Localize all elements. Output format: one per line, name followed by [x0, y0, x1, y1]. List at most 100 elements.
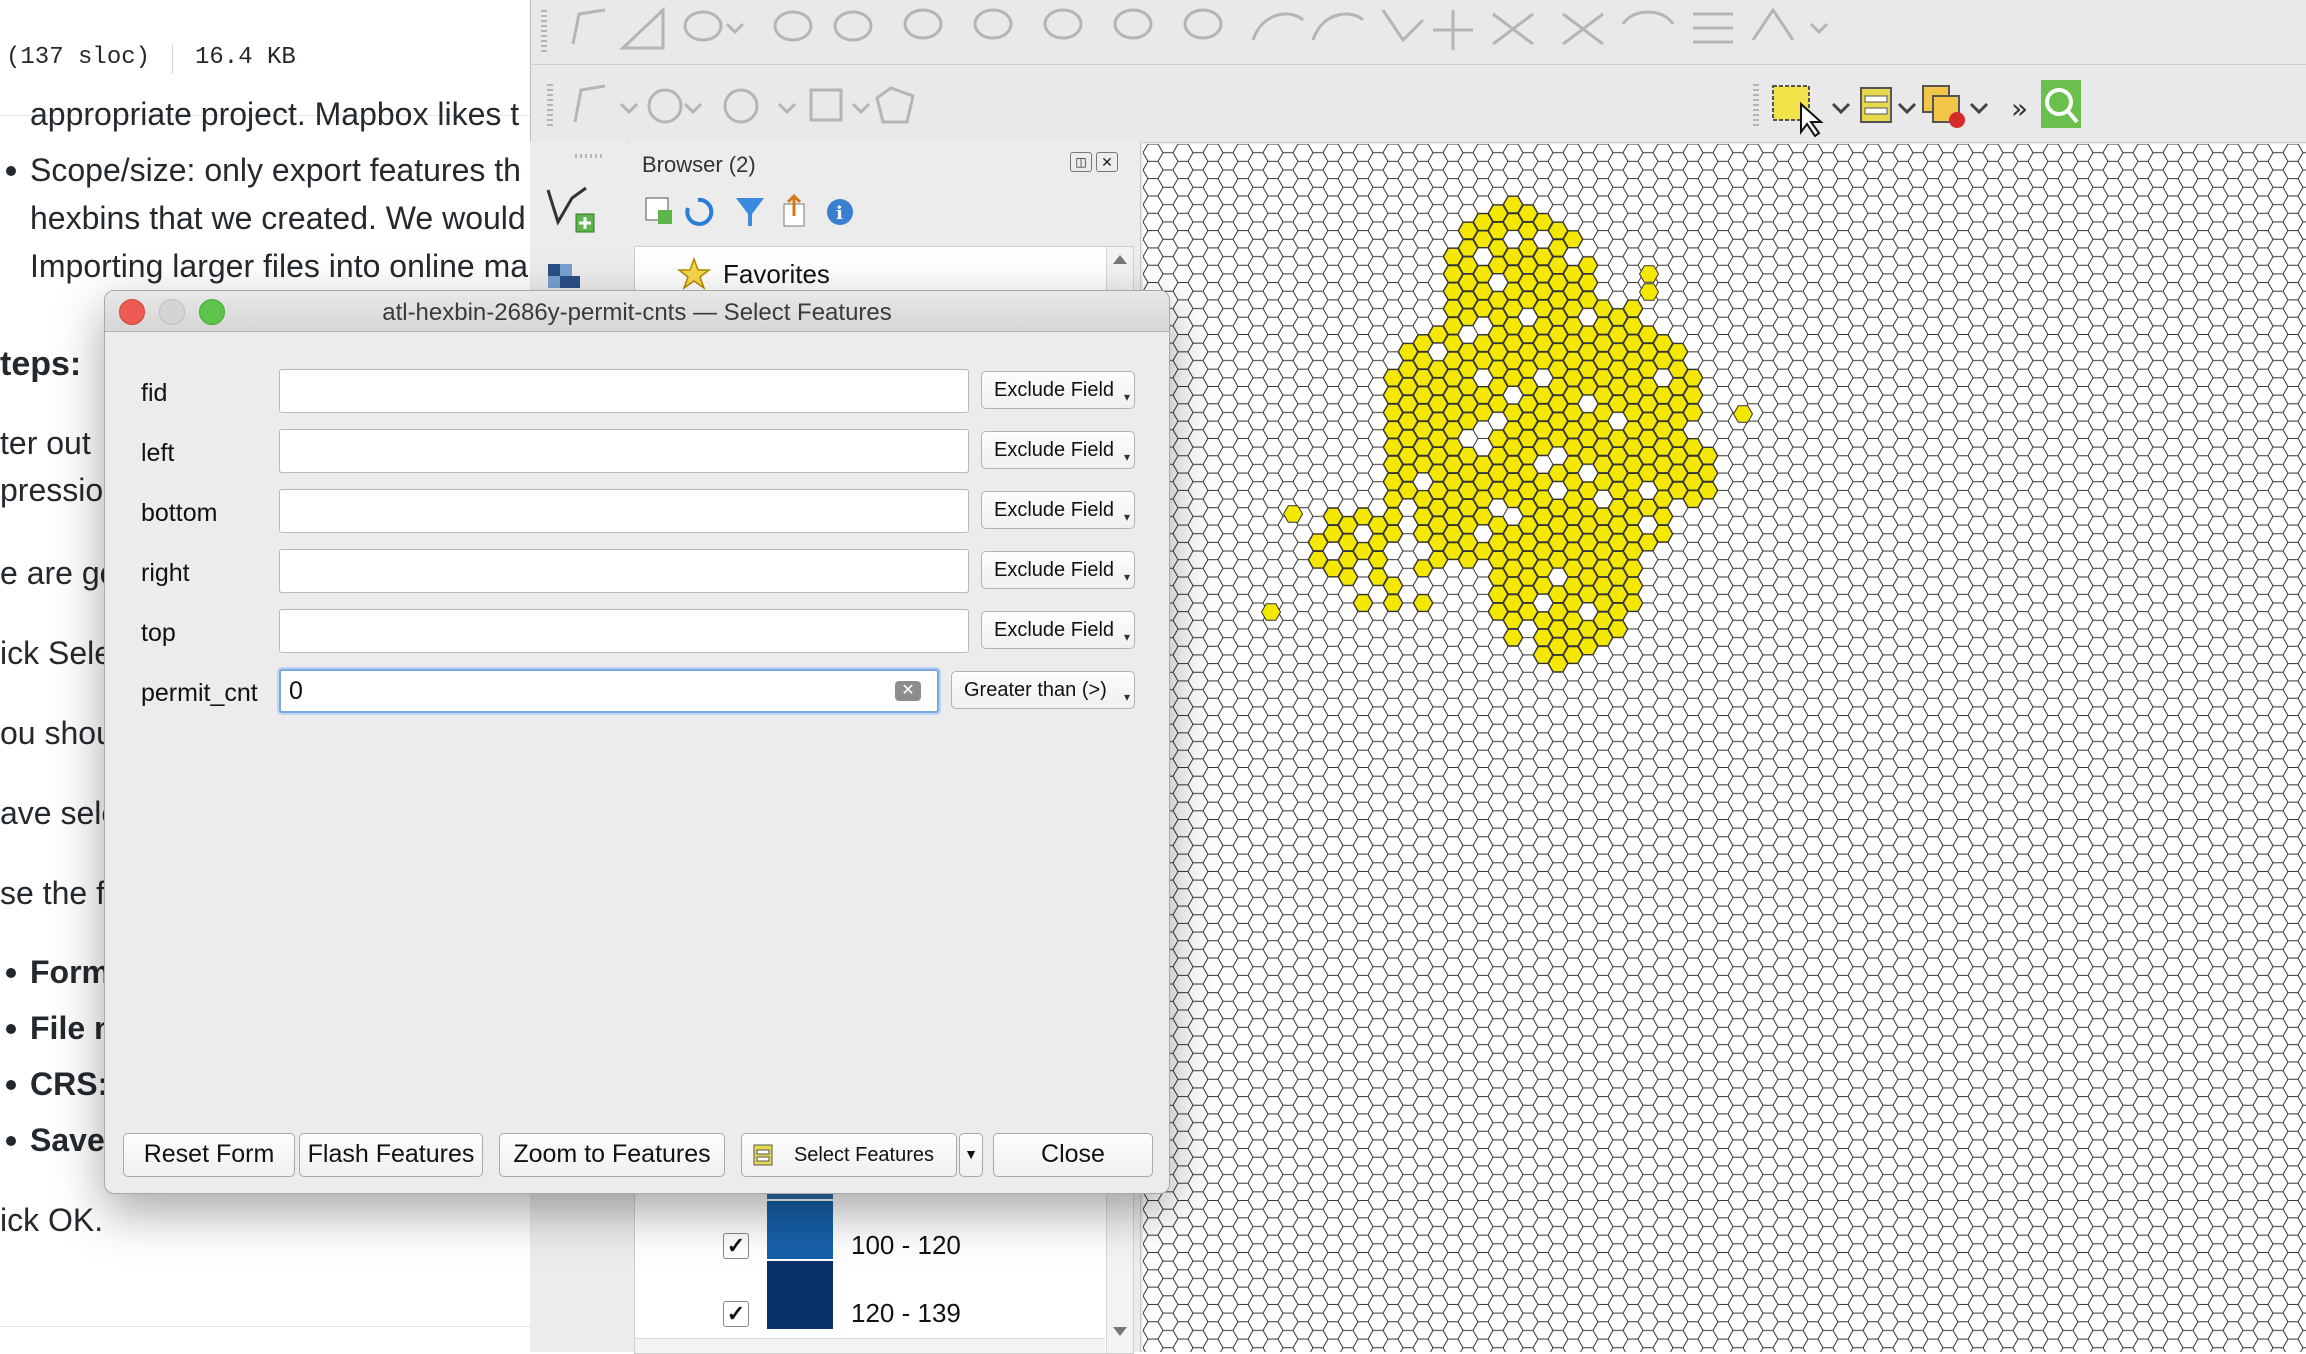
horizontal-scrollbar[interactable] — [635, 1338, 1105, 1353]
selected-hexbin[interactable] — [1682, 369, 1704, 387]
field-label-bottom: bottom — [141, 499, 218, 527]
select-features-dropdown[interactable]: ▼ — [959, 1133, 983, 1177]
select-by-value-icon[interactable] — [1860, 87, 1892, 123]
selected-hexbin[interactable] — [1397, 464, 1419, 482]
selected-hexbin[interactable] — [1622, 559, 1644, 578]
flash-features-button[interactable]: Flash Features — [299, 1133, 483, 1177]
fid-field[interactable] — [279, 369, 969, 413]
selected-hexbin[interactable] — [1352, 594, 1374, 612]
close-panel-icon[interactable]: ✕ — [1096, 152, 1118, 172]
selected-hexbin[interactable] — [1652, 507, 1674, 526]
selected-hexbin[interactable] — [1667, 343, 1689, 361]
top-operator-select[interactable]: Exclude Field ▾ — [981, 611, 1135, 649]
selected-hexbin[interactable] — [1697, 464, 1719, 482]
doc-text-line: Importing larger files into online ma — [30, 248, 529, 284]
selected-hexbin[interactable] — [1487, 377, 1509, 396]
selected-hexbin[interactable] — [1562, 594, 1584, 612]
dialog-titlebar[interactable]: atl-hexbin-2686y-permit-cnts — Select Fe… — [105, 291, 1169, 332]
selected-hexbin[interactable] — [1427, 551, 1449, 569]
selected-hexbin[interactable] — [1412, 334, 1434, 352]
selected-hexbin[interactable] — [1382, 507, 1404, 526]
legend-checkbox[interactable]: ✓ — [723, 1233, 749, 1259]
attributes-toolbar: » — [531, 66, 2306, 143]
favorites-item[interactable]: Favorites — [723, 259, 830, 290]
left-operator-select[interactable]: Exclude Field ▾ — [981, 431, 1135, 469]
bullet-icon — [6, 1136, 16, 1146]
bottom-operator-select[interactable]: Exclude Field ▾ — [981, 491, 1135, 529]
selected-hexbin[interactable] — [1697, 481, 1719, 500]
toolbar-grip[interactable] — [541, 10, 547, 54]
left-field[interactable] — [279, 429, 969, 473]
selected-hexbin[interactable] — [1382, 576, 1404, 595]
selected-hexbin[interactable] — [1457, 551, 1479, 569]
selected-hexbin[interactable] — [1577, 256, 1599, 274]
bottom-field[interactable] — [279, 489, 969, 533]
reset-form-button[interactable]: Reset Form — [123, 1133, 295, 1177]
selected-hexbin[interactable] — [1502, 628, 1524, 647]
selected-hexbin[interactable] — [1260, 603, 1282, 621]
selected-hexbin[interactable] — [1577, 499, 1599, 517]
selected-hexbin[interactable] — [1732, 405, 1754, 423]
selected-hexbin[interactable] — [1638, 265, 1660, 283]
divider — [0, 1326, 530, 1327]
layer-add-icons — [546, 186, 595, 307]
selected-hexbin[interactable] — [1622, 507, 1644, 526]
selected-hexbin[interactable] — [1367, 551, 1389, 569]
digitizing-tool-icons[interactable] — [553, 0, 2153, 64]
close-button[interactable]: Close — [993, 1133, 1153, 1177]
fid-operator-select[interactable]: Exclude Field ▾ — [981, 371, 1135, 409]
zoom-to-features-button[interactable]: Zoom to Features — [499, 1133, 725, 1177]
selected-hexbin[interactable] — [1442, 421, 1464, 439]
scroll-down-icon[interactable] — [1113, 1327, 1127, 1336]
doc-text-line: pressio — [0, 472, 104, 508]
doc-text-line: Scope/size: only export features th — [30, 152, 521, 188]
selected-hexbin[interactable] — [1337, 568, 1359, 586]
selected-hexbin[interactable] — [1622, 594, 1644, 612]
toolbar-grip[interactable] — [547, 84, 553, 128]
scrollbar[interactable] — [1106, 1183, 1133, 1353]
selected-hexbin[interactable] — [1622, 299, 1644, 318]
selected-hexbin[interactable] — [1637, 325, 1659, 344]
hexbin-grid[interactable] — [1143, 144, 2306, 1352]
selected-hexbin[interactable] — [1282, 505, 1304, 523]
selected-hexbin[interactable] — [1652, 525, 1674, 543]
selected-hexbin[interactable] — [1577, 637, 1599, 655]
filter-icon[interactable] — [736, 198, 764, 226]
map-canvas[interactable] — [1143, 144, 2306, 1352]
digitizing-toolbar — [531, 0, 2306, 65]
permit-cnt-field[interactable]: 0 — [279, 669, 939, 713]
doc-text-line: Form — [30, 954, 110, 990]
selected-hexbin[interactable] — [1622, 576, 1644, 595]
legend-checkbox[interactable]: ✓ — [723, 1301, 749, 1327]
bullet-icon — [6, 968, 16, 978]
selected-hexbin[interactable] — [1682, 403, 1704, 422]
selected-hexbin[interactable] — [1412, 594, 1434, 612]
toolbar-grip[interactable] — [1753, 84, 1759, 128]
selected-hexbin[interactable] — [1607, 620, 1629, 638]
clear-input-icon[interactable]: ✕ — [895, 681, 921, 701]
selected-hexbin[interactable] — [1382, 525, 1404, 543]
field-label-fid: fid — [141, 379, 168, 407]
selected-hexbin[interactable] — [1562, 230, 1584, 248]
refresh-icon[interactable] — [685, 197, 714, 226]
add-vector-layer-icon[interactable] — [546, 186, 595, 233]
shape-digitizing-icons[interactable] — [561, 66, 921, 142]
selected-hexbin[interactable] — [1337, 551, 1359, 569]
permit-cnt-operator-select[interactable]: Greater than (>) ▾ — [951, 671, 1135, 709]
selected-hexbin[interactable] — [1487, 239, 1509, 257]
selected-hexbin[interactable] — [1682, 386, 1704, 404]
selected-hexbin[interactable] — [1638, 283, 1660, 301]
selected-hexbin[interactable] — [1517, 239, 1539, 257]
selected-hexbin[interactable] — [1577, 273, 1599, 292]
right-field[interactable] — [279, 549, 969, 593]
scroll-up-icon[interactable] — [1113, 255, 1127, 264]
selected-hexbin[interactable] — [1472, 282, 1494, 300]
float-panel-icon[interactable]: ◫ — [1070, 152, 1092, 172]
selected-hexbin[interactable] — [1382, 594, 1404, 612]
selected-hexbin[interactable] — [1502, 195, 1524, 214]
selected-hexbin[interactable] — [1697, 447, 1719, 465]
top-field[interactable] — [279, 609, 969, 653]
select-features-button[interactable]: Select Features — [741, 1133, 957, 1177]
toolbar-grip[interactable] — [575, 154, 605, 158]
right-operator-select[interactable]: Exclude Field ▾ — [981, 551, 1135, 589]
